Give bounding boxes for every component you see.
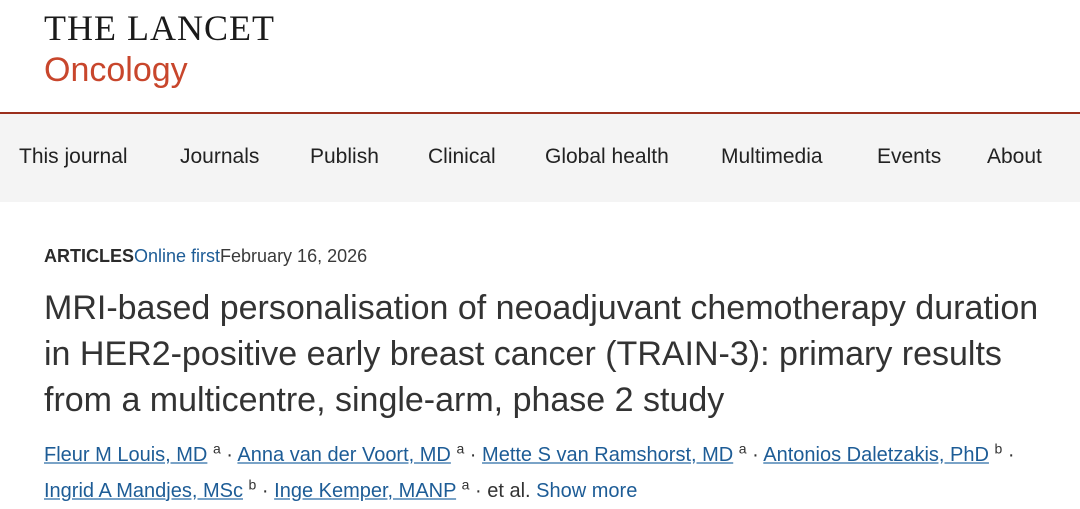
author-list: Fleur M Louis, MD a · Anna van der Voort… <box>44 437 1074 509</box>
affiliation-marker[interactable]: b <box>249 476 257 492</box>
separator: · <box>1007 444 1015 466</box>
publication-status[interactable]: Online first <box>134 246 220 266</box>
separator: · <box>752 444 759 466</box>
article-type: ARTICLES <box>44 246 134 266</box>
author-link[interactable]: Fleur M Louis, MD <box>44 444 207 466</box>
et-al-text: et al. <box>487 480 531 502</box>
affiliation-marker[interactable]: a <box>462 476 470 492</box>
author-link[interactable]: Antonios Daletzakis, PhD <box>763 444 989 466</box>
separator: · <box>469 444 477 466</box>
nav-item-publish[interactable]: Publish <box>310 144 379 170</box>
show-more-authors-link[interactable]: Show more <box>536 480 637 502</box>
author-link[interactable]: Inge Kemper, MANP <box>274 480 456 502</box>
site-header: THE LANCET Oncology <box>0 0 1080 112</box>
affiliation-marker[interactable]: a <box>456 440 464 456</box>
author-link[interactable]: Mette S van Ramshorst, MD <box>482 444 733 466</box>
article-meta: ARTICLESOnline firstFebruary 16, 2026 <box>44 244 367 268</box>
article-title: MRI-based personalisation of neoadjuvant… <box>44 289 1039 419</box>
nav-item-this-journal[interactable]: This journal <box>19 144 128 170</box>
main-nav: This journal Journals Publish Clinical G… <box>0 112 1080 202</box>
separator: · <box>261 480 269 502</box>
nav-item-journals[interactable]: Journals <box>180 144 259 170</box>
separator: · <box>475 480 482 502</box>
affiliation-marker[interactable]: b <box>995 440 1003 456</box>
nav-item-events[interactable]: Events <box>877 144 941 170</box>
affiliation-marker[interactable]: a <box>213 440 221 456</box>
author-link[interactable]: Ingrid A Mandjes, MSc <box>44 480 243 502</box>
logo-title: THE LANCET <box>44 8 275 48</box>
nav-item-multimedia[interactable]: Multimedia <box>721 144 823 170</box>
publication-date: February 16, 2026 <box>220 246 368 266</box>
separator: · <box>226 444 233 466</box>
author-link[interactable]: Anna van der Voort, MD <box>237 444 450 466</box>
nav-item-about[interactable]: About <box>987 144 1042 170</box>
lancet-oncology-logo[interactable]: THE LANCET Oncology <box>44 8 275 90</box>
affiliation-marker[interactable]: a <box>739 440 747 456</box>
logo-subtitle: Oncology <box>44 51 188 89</box>
nav-item-clinical[interactable]: Clinical <box>428 144 496 170</box>
nav-item-global-health[interactable]: Global health <box>545 144 669 170</box>
